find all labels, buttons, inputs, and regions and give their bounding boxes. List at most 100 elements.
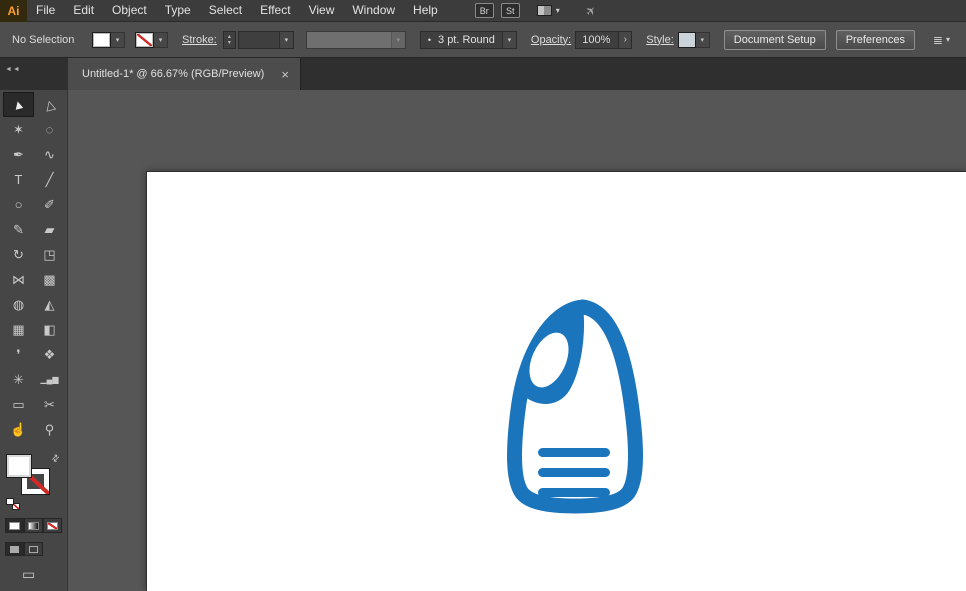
gradient-button[interactable] [24,518,43,533]
selection-status: No Selection [12,33,75,46]
symbol-sprayer-icon: ✳ [13,371,24,387]
blend-tool[interactable]: ❖ [34,342,65,367]
eyedropper-tool[interactable]: ❜ [3,342,34,367]
hand-tool[interactable]: ☝ [3,417,34,442]
document-setup-button[interactable]: Document Setup [723,29,826,50]
screen-mode-button[interactable]: ▭ [22,566,35,583]
blend-icon: ❖ [43,346,56,362]
zoom-tool[interactable]: ⚲ [34,417,65,442]
mesh-tool[interactable]: ▦ [3,317,34,342]
symbol-sprayer-tool[interactable]: ✳ [3,367,34,392]
shape-builder-icon: ◍ [12,296,25,312]
none-button[interactable] [43,518,62,533]
rotate-tool[interactable]: ↻ [3,242,34,267]
line-segment-icon: ╱ [45,171,54,187]
menu-type[interactable]: Type [156,0,200,21]
selection-tool[interactable]: ▲ [3,92,34,117]
gpu-performance-icon[interactable]: ✈ [582,2,599,19]
brush-definition-dropdown[interactable]: • 3 pt. Round ▾ [419,30,517,49]
canvas-pasteboard[interactable] [68,90,966,591]
fill-proxy[interactable] [6,454,32,478]
opacity-input[interactable]: 100% [575,30,620,49]
line-segment-tool[interactable]: ╱ [34,167,65,192]
lasso-tool[interactable]: ◌ [34,117,65,142]
workspace-switcher[interactable]: ▾ [536,5,560,16]
direct-selection-tool[interactable]: △ [34,92,65,117]
artboard-icon: ▭ [12,396,25,412]
stroke-none-swatch[interactable] [135,31,154,48]
style-swatch[interactable] [677,31,696,48]
stroke-color-picker[interactable]: ▾ [135,31,168,48]
document-tab[interactable]: Untitled-1* @ 66.67% (RGB/Preview) × [68,58,301,90]
chevron-down-icon[interactable]: ▾ [154,31,168,48]
fill-color-picker[interactable]: ▾ [92,31,125,48]
magic-wand-tool[interactable]: ✶ [3,117,34,142]
gradient-icon [28,521,39,530]
menu-edit[interactable]: Edit [64,0,103,21]
gradient-tool[interactable]: ◧ [34,317,65,342]
scale-tool[interactable]: ◳ [34,242,65,267]
curvature-icon: ∿ [44,146,55,162]
type-tool[interactable]: T [3,167,34,192]
pen-tool[interactable]: ✒ [3,142,34,167]
label-line-1[interactable] [538,448,610,457]
paintbrush-icon: ✐ [44,196,55,212]
draw-behind-button[interactable] [24,542,43,556]
stroke-label[interactable]: Stroke: [182,34,217,46]
bottle-logo-artwork[interactable] [495,298,655,523]
ellipse-tool[interactable]: ○ [3,192,34,217]
menu-select[interactable]: Select [200,0,251,21]
label-line-2[interactable] [538,468,610,477]
pencil-tool[interactable]: ✎ [3,217,34,242]
draw-normal-icon [10,545,19,553]
default-fill-square [6,498,14,505]
artboard-tool[interactable]: ▭ [3,392,34,417]
opacity-label[interactable]: Opacity: [531,34,571,46]
menu-help[interactable]: Help [404,0,447,21]
style-picker[interactable]: ▾ [677,31,710,48]
chevron-down-icon[interactable]: ▾ [278,31,293,48]
stroke-width-combo[interactable]: ▾ [237,30,294,49]
eraser-tool[interactable]: ▰ [34,217,65,242]
column-graph-tool[interactable]: ▁▄▆ [34,367,65,392]
drawing-mode-buttons [5,542,43,556]
scale-icon: ◳ [43,246,56,262]
direct-selection-icon: △ [42,95,57,113]
menu-file[interactable]: File [27,0,64,21]
curvature-tool[interactable]: ∿ [34,142,65,167]
width-icon: ⋈ [12,271,25,287]
menu-object[interactable]: Object [103,0,156,21]
mesh-icon: ▦ [12,321,25,337]
arrange-documents-button[interactable]: ≣ ▾ [933,33,950,47]
swap-fill-stroke-icon[interactable]: ⇄ [49,452,62,465]
paintbrush-tool[interactable]: ✐ [34,192,65,217]
toolbar-collapse-icon[interactable]: ◄◄ [5,66,21,73]
perspective-grid-tool[interactable]: ◭ [34,292,65,317]
draw-normal-button[interactable] [5,542,24,556]
chevron-down-icon[interactable]: ▾ [501,31,516,48]
fill-swatch[interactable] [92,31,111,48]
bridge-button[interactable]: Br [474,3,494,18]
stepper-down-icon[interactable]: ▾ [228,40,231,46]
opacity-panel-arrow[interactable]: › [619,30,633,49]
stock-button[interactable]: St [500,3,520,18]
menu-effect[interactable]: Effect [251,0,299,21]
stroke-width-stepper[interactable]: ▴ ▾ [222,30,236,49]
chevron-down-icon[interactable]: ▾ [111,31,125,48]
width-tool[interactable]: ⋈ [3,267,34,292]
label-line-3[interactable] [538,488,610,497]
preferences-button[interactable]: Preferences [835,29,916,50]
default-fill-stroke-icon[interactable] [6,498,22,511]
style-label[interactable]: Style: [646,34,674,46]
slice-tool[interactable]: ✂ [34,392,65,417]
menu-window[interactable]: Window [343,0,404,21]
color-button[interactable] [5,518,24,533]
tab-close-icon[interactable]: × [274,67,296,82]
menu-view[interactable]: View [300,0,344,21]
shape-builder-tool[interactable]: ◍ [3,292,34,317]
lasso-icon: ◌ [45,122,54,137]
document-tab-title: Untitled-1* @ 66.67% (RGB/Preview) [82,68,265,80]
free-transform-tool[interactable]: ▩ [34,267,65,292]
chevron-down-icon[interactable]: ▾ [695,31,710,48]
chevron-down-icon: ▾ [390,31,405,48]
